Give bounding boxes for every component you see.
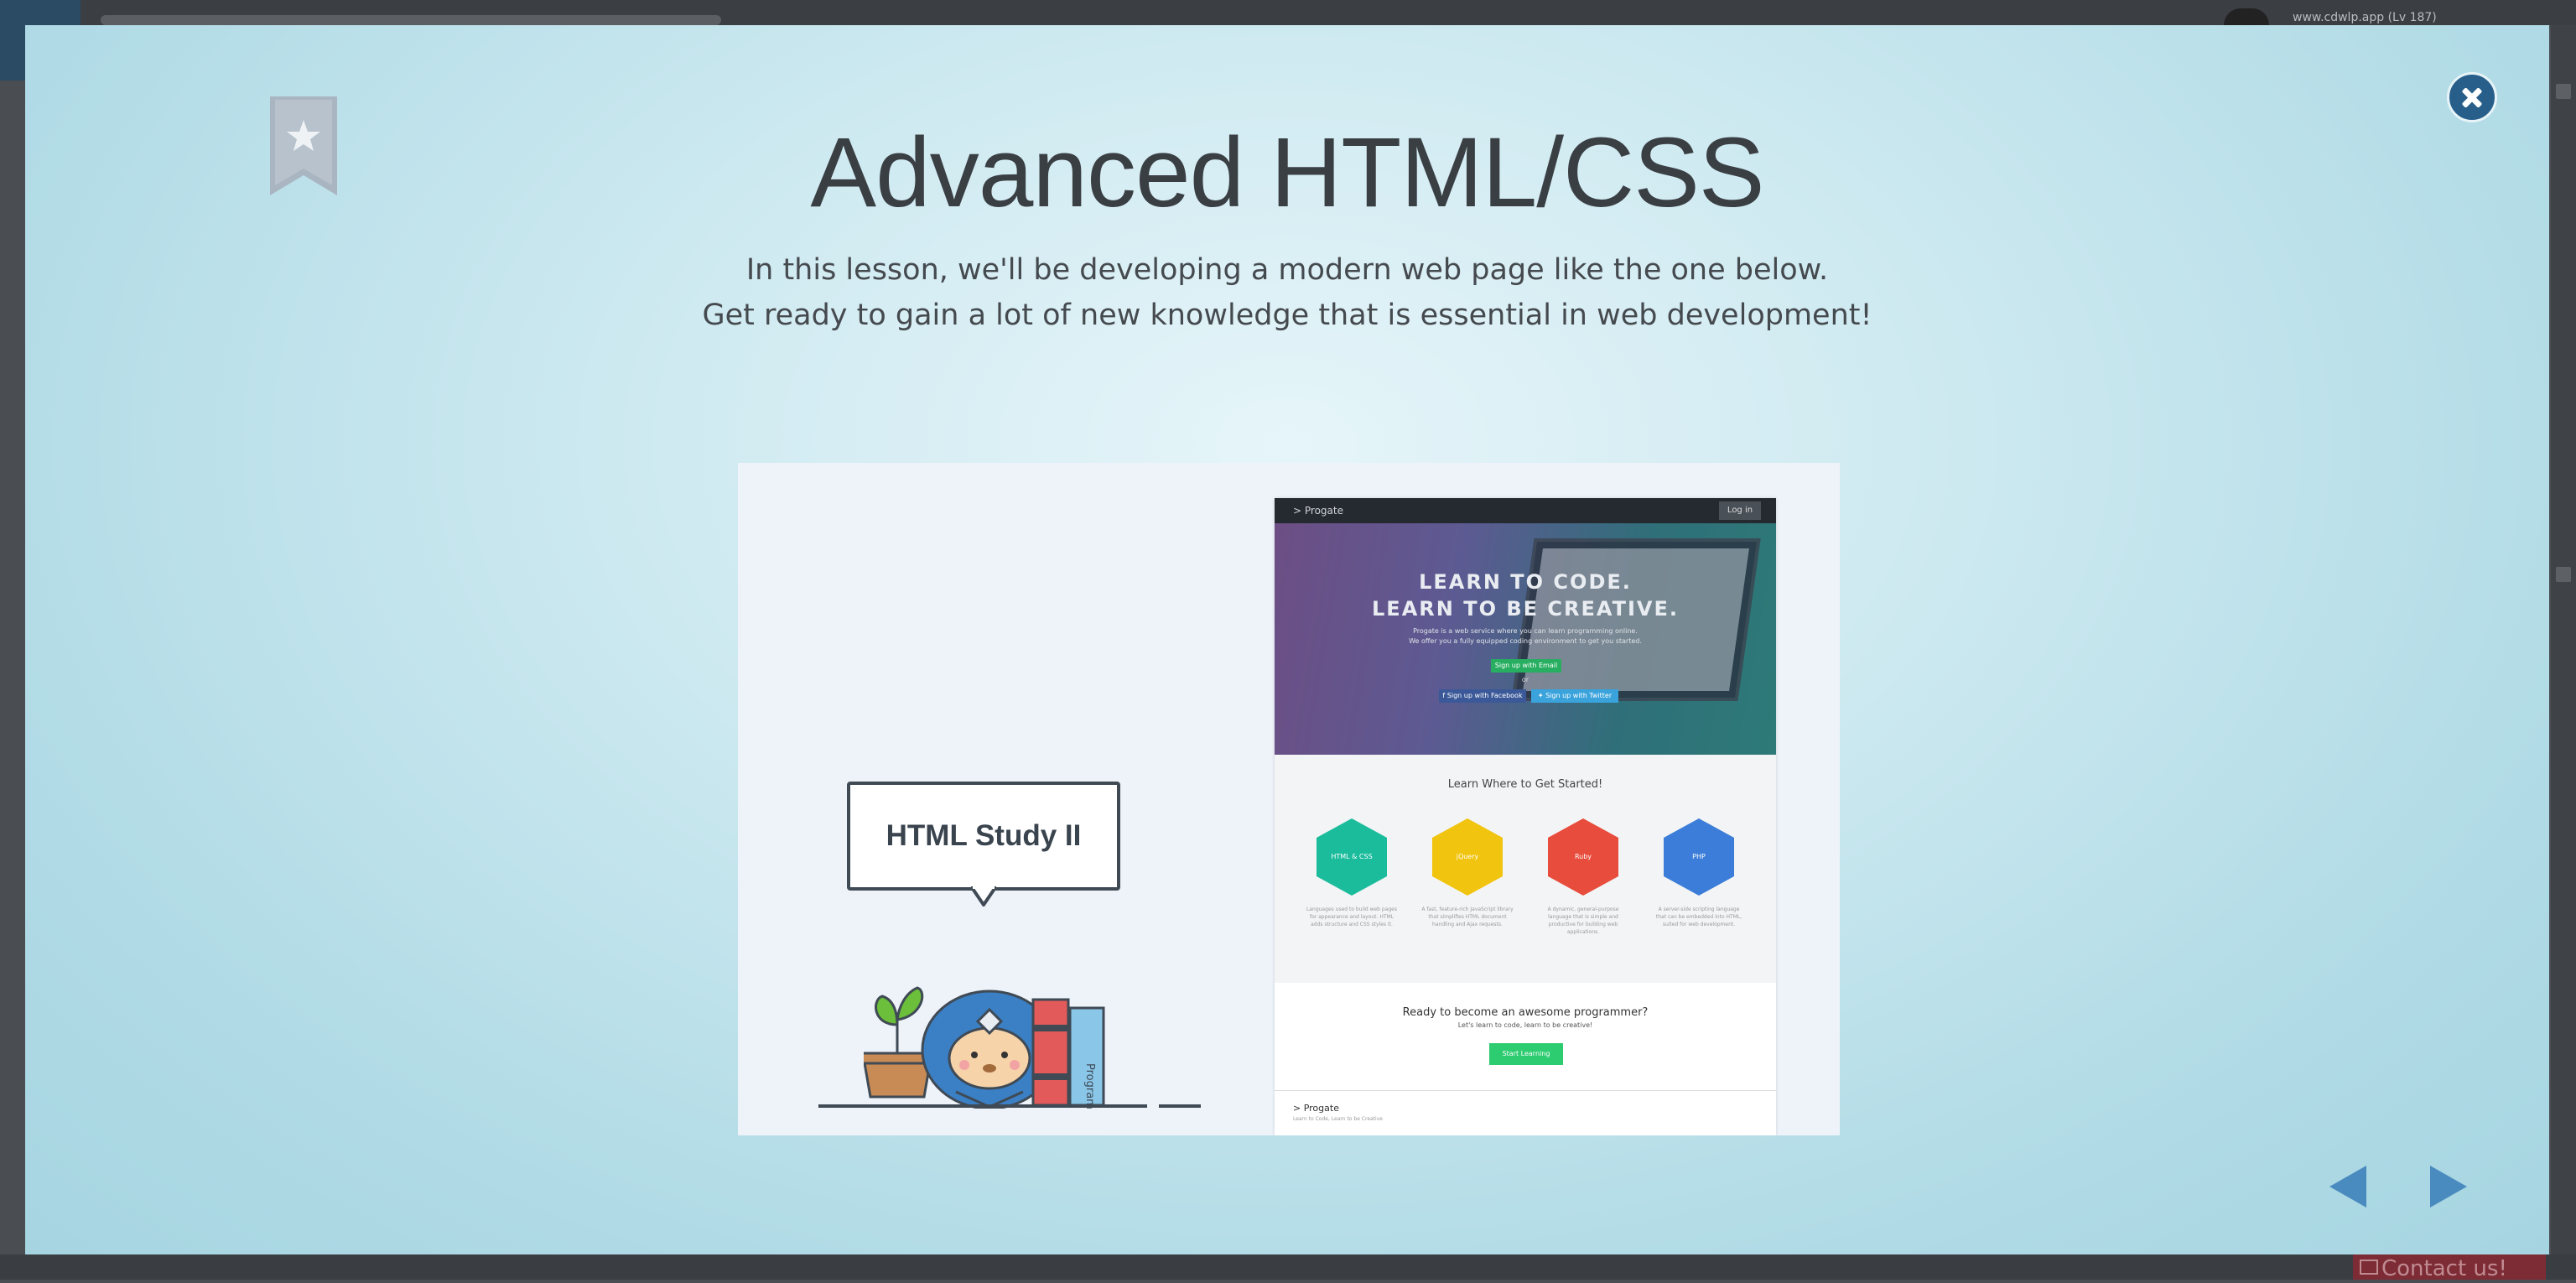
course-hex-html-css: HTML & CSS (1317, 818, 1387, 896)
speech-bubble: HTML Study II (847, 782, 1120, 891)
background-bottombar (0, 1254, 2576, 1280)
footer-logo: > Progate (1293, 1103, 1339, 1114)
lesson-subtitle-line1: In this lesson, we'll be developing a mo… (745, 253, 1829, 287)
lesson-title: Advanced HTML/CSS (810, 117, 1764, 228)
scroll-up-button[interactable] (2556, 84, 2571, 99)
background-search-bar (101, 15, 721, 25)
course-desc-php: A server-side scripting language that ca… (1655, 906, 1742, 927)
hero-text-line2: We offer you a fully equipped coding env… (1409, 637, 1642, 645)
site-hero: LEARN TO CODE. LEARN TO BE CREATIVE. Pro… (1275, 523, 1776, 755)
cta-text: Let's learn to code, learn to be creativ… (1457, 1021, 1593, 1029)
course-desc-html-css: Languages used to build web pages for ap… (1306, 906, 1397, 927)
site-login-button: Log in (1719, 501, 1761, 520)
cta-start-button: Start Learning (1489, 1043, 1563, 1065)
course-hex-jquery: jQuery (1432, 818, 1503, 896)
ground-line-short (1159, 1104, 1201, 1108)
hero-facebook-button: f Sign up with Facebook (1439, 689, 1526, 703)
hero-heading-line2: LEARN TO BE CREATIVE. (1372, 597, 1679, 621)
site-courses-section: Learn Where to Get Started! HTML & CSS j… (1275, 755, 1776, 983)
lesson-subtitle-line2: Get ready to gain a lot of new knowledge… (702, 299, 1872, 332)
background-avatar (2224, 8, 2269, 25)
hero-email-button: Sign up with Email (1491, 659, 1561, 673)
arrow-right-icon (2430, 1166, 2467, 1208)
contact-us-label: Contact us! (2381, 1256, 2507, 1281)
contact-us-button[interactable]: Contact us! (2353, 1254, 2546, 1281)
lesson-preview-image: HTML Study II Programming > Progate Log … (738, 463, 1840, 1135)
cta-title: Ready to become an awesome programmer? (1402, 1006, 1649, 1019)
lesson-modal: Advanced HTML/CSS In this lesson, we'll … (25, 25, 2549, 1254)
ground-line (818, 1104, 1147, 1108)
close-button[interactable] (2447, 72, 2497, 122)
mail-icon (2360, 1260, 2378, 1275)
hero-twitter-button: ✦ Sign up with Twitter (1531, 689, 1618, 703)
previous-slide-button[interactable] (2328, 1164, 2368, 1209)
progate-site-mockup: > Progate Log in LEARN TO CODE. LEARN TO… (1275, 498, 1776, 1135)
course-hex-ruby: Ruby (1548, 818, 1618, 896)
site-cta-section: Ready to become an awesome programmer? L… (1275, 983, 1776, 1090)
site-footer: > Progate Learn to Code, Learn to be Cre… (1275, 1090, 1776, 1135)
background-user-label: www.cdwlp.app (Lv 187) (2293, 11, 2437, 24)
courses-section-title: Learn Where to Get Started! (1447, 778, 1603, 791)
hero-or-label: or (1521, 676, 1530, 683)
bubble-text: HTML Study II (886, 819, 1082, 852)
background-scrollbar[interactable] (2551, 25, 2576, 1254)
next-slide-button[interactable] (2428, 1164, 2469, 1209)
footer-text: Learn to Code, Learn to be Creative (1293, 1116, 1383, 1122)
arrow-left-icon (2329, 1166, 2366, 1208)
site-logo: > Progate (1293, 505, 1343, 517)
course-desc-ruby: A dynamic, general-purpose language that… (1547, 906, 1619, 935)
book-spine-label: Programming (1083, 1063, 1096, 1109)
speech-bubble-tail (971, 886, 996, 906)
course-hex-php: PHP (1664, 818, 1734, 896)
ninja-mascot-illustration: Programming (864, 986, 1105, 1109)
course-desc-jquery: A fast, feature-rich JavaScript library … (1421, 906, 1514, 927)
hero-text-line1: Progate is a web service where you can l… (1413, 627, 1638, 635)
scroll-thumb[interactable] (2556, 567, 2571, 582)
hero-heading-line1: LEARN TO CODE. (1419, 570, 1632, 594)
site-navbar: > Progate Log in (1275, 498, 1776, 523)
